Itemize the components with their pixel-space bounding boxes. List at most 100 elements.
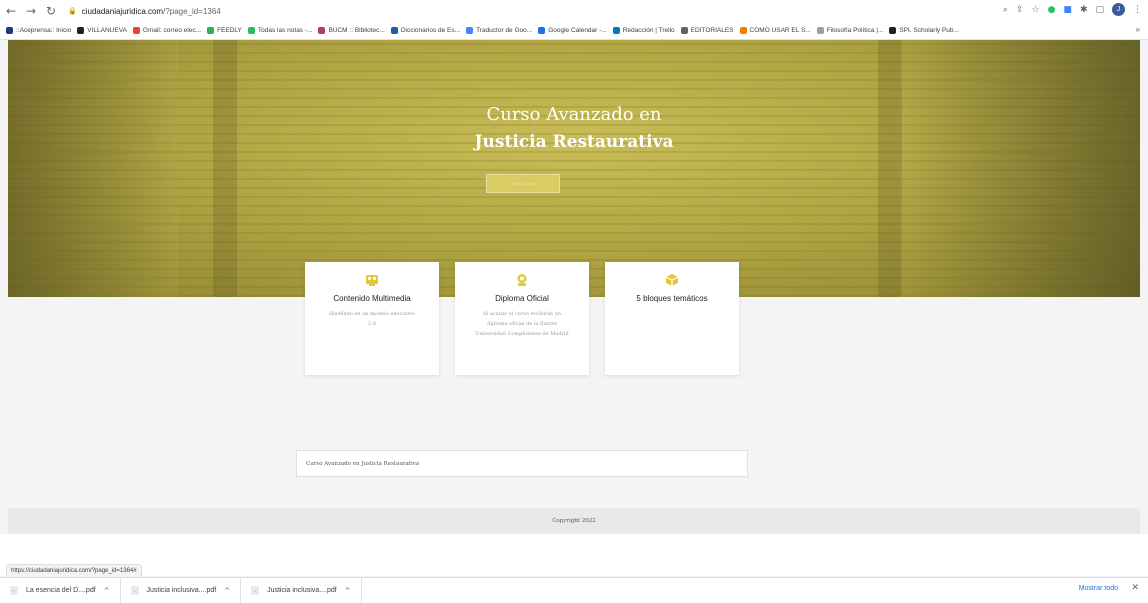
url-path: /?page_id=1364 [163,6,221,16]
feature-card-diploma: Diploma Oficial Al acabar el curso recib… [455,262,589,375]
bookmarks-bar: ::Aceprensa:: Inicio VILLANUEVA Gmail: cor… [0,22,1148,40]
statue-left-image [8,40,178,297]
star-icon[interactable]: ☆ [1031,5,1039,15]
bookmark-favicon-icon [538,27,546,34]
bookmark-item[interactable]: ::Aceprensa:: Inicio [6,27,71,34]
bookmark-label: EDITORIALES [690,27,734,34]
bookmark-label: VILLANUEVA [87,27,127,34]
feature-card-blocks: 5 bloques temáticos [605,262,739,375]
bookmark-item[interactable]: Todas las notas -... [247,27,312,34]
bookmark-favicon-icon [207,27,215,34]
bookmark-favicon-icon [739,27,747,34]
extensions-puzzle-icon[interactable]: ✱ [1080,5,1088,15]
bookmark-favicon-icon [390,27,398,34]
url-host: ciudadaniajuridica.com [81,6,164,16]
bookmark-label: Traductor de Goo... [476,27,533,34]
reload-icon[interactable]: ↻ [42,2,60,20]
bookmark-favicon-icon [466,27,474,34]
card-title: Contenido Multimedia [333,294,411,303]
bookmark-favicon-icon [816,27,824,34]
avatar[interactable]: J [1112,3,1125,16]
evernote-extension-icon[interactable]: ● [1048,5,1056,15]
box-icon [665,273,679,287]
bookmark-item[interactable]: Google Calendar -... [538,27,607,34]
bookmark-label: ::Aceprensa:: Inicio [16,27,72,34]
bookmark-label: Gmail: correo elec... [142,27,202,34]
card-description: Al acabar el curso recibirás un diploma … [475,311,569,337]
page-bottom-space [0,534,1148,576]
share-icon[interactable]: ⇪ [1016,5,1024,15]
bookmark-label: BUCM :: Bibliotec... [328,27,385,34]
bookmark-item[interactable]: EDITORIALES [680,27,734,34]
close-icon[interactable]: ✕ [1131,583,1139,593]
bookmark-favicon-icon [680,27,688,34]
course-info-text: Curso Avanzado en Justicia Restaurativa [306,460,420,467]
card-description: Diseñado en un modelo educativo 2.0 [329,311,415,327]
bookmark-item[interactable]: FEEDLY [207,27,242,34]
back-icon[interactable]: ← [2,2,20,20]
hero-title-bold: Justicia Restaurativa [474,132,674,152]
bookmark-favicon-icon [318,27,326,34]
menu-kebab-icon[interactable]: ⋮ [1133,5,1142,15]
column-image [213,40,237,297]
bookmark-item[interactable]: COMO USAR EL S... [739,27,811,34]
translate-extension-icon[interactable]: ■ [1063,5,1072,15]
bookmark-favicon-icon [77,27,85,34]
bookmark-item[interactable]: Gmail: correo elec... [132,27,202,34]
statue-right-image [900,40,1140,297]
bookmark-item[interactable]: Diccionarios de Es... [390,27,460,34]
status-url-tooltip: https://ciudadaniajuridica.com/?page_id=… [6,564,142,578]
bookmark-item[interactable]: BUCM :: Bibliotec... [318,27,385,34]
sidepanel-icon[interactable]: ▢ [1095,5,1104,15]
multimedia-icon [365,273,379,287]
download-filename: Justicia inclusiva....pdf [267,587,337,594]
hero-banner: Curso Avanzado en Justicia Restaurativa … [8,40,1140,297]
bookmark-label: Redacción | Trello [622,27,675,34]
pdf-file-icon: ▪ [10,586,18,595]
column-image [878,40,902,297]
zoom-icon[interactable]: ⌕ [1003,5,1008,15]
bookmark-favicon-icon [889,27,897,34]
bookmark-label: Google Calendar -... [548,27,607,34]
bookmark-item[interactable]: VILLANUEVA [77,27,127,34]
card-title: Diploma Oficial [495,294,549,303]
feature-card-multimedia: Contenido Multimedia Diseñado en un mode… [305,262,439,375]
download-item[interactable]: ▪ Justicia inclusiva....pdf ^ [121,578,242,603]
copyright-text: Copyright 2022 [552,518,596,524]
bookmark-item[interactable]: Filosofía Política |... [816,27,884,34]
browser-toolbar: ← → ↻ 🔒 ciudadaniajuridica.com/?page_id=… [0,0,1148,22]
bookmark-item[interactable]: Redacción | Trello [612,27,675,34]
bookmark-label: SPI. Scholarly Pub... [899,27,959,34]
download-item[interactable]: ▪ Justicia inclusiva....pdf ^ [241,578,362,603]
downloads-bar: ▪ La esencia del D....pdf ^ ▪ Justicia inclu… [0,577,1148,603]
chevron-up-icon[interactable]: ^ [224,587,230,595]
bookmark-label: COMO USAR EL S... [749,27,811,34]
site-footer: Copyright 2022 [8,508,1140,534]
lock-icon: 🔒 [68,7,77,15]
chevron-up-icon[interactable]: ^ [345,587,351,595]
bookmark-label: FEEDLY [217,27,242,34]
bookmark-item[interactable]: Traductor de Goo... [466,27,532,34]
bookmark-label: Filosofía Política |... [826,27,884,34]
show-all-downloads-button[interactable]: Mostrar todo [1079,585,1118,592]
forward-icon[interactable]: → [22,2,40,20]
download-filename: Justicia inclusiva....pdf [146,587,217,594]
course-info-box: Curso Avanzado en Justicia Restaurativa [296,450,748,477]
chevron-up-icon[interactable]: ^ [104,587,110,595]
bookmarks-overflow-icon[interactable]: » [1136,25,1140,34]
download-item[interactable]: ▪ La esencia del D....pdf ^ [0,578,121,603]
bookmark-favicon-icon [612,27,620,34]
bookmark-favicon-icon [247,27,255,34]
hero-title: Curso Avanzado en [486,104,662,125]
award-icon [515,273,529,287]
hero-cta-button[interactable]: Ver el Curso [486,174,560,193]
download-filename: La esencia del D....pdf [26,587,96,594]
pdf-file-icon: ▪ [251,586,260,595]
pdf-file-icon: ▪ [130,586,139,595]
bookmark-favicon-icon [132,27,140,34]
bookmark-item[interactable]: SPI. Scholarly Pub... [889,27,959,34]
toolbar-actions: ⌕ ⇪ ☆ ● ■ ✱ ▢ J ⋮ [1003,3,1142,16]
card-title: 5 bloques temáticos [636,294,708,303]
bookmark-favicon-icon [6,27,13,34]
address-bar[interactable]: 🔒 ciudadaniajuridica.com/?page_id=1364 [68,7,221,16]
